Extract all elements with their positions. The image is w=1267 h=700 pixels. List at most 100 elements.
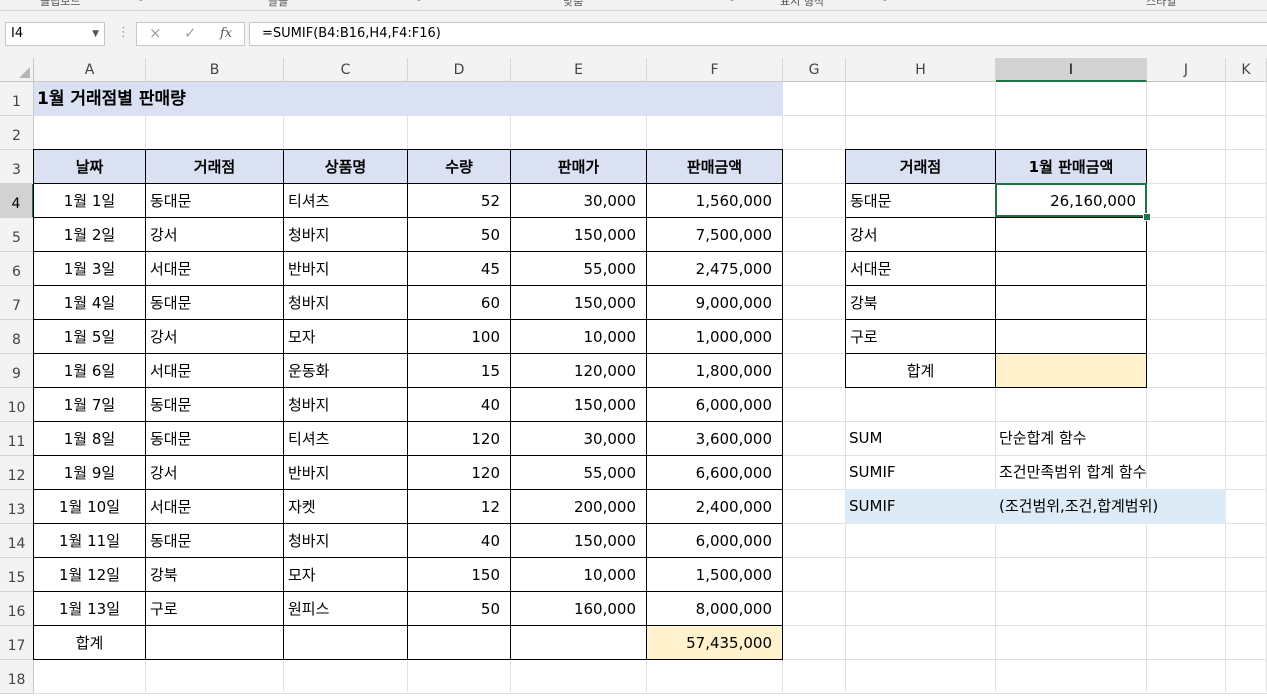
total-label-cell[interactable]: 합계 (33, 625, 146, 660)
table-cell[interactable]: 1월 12일 (33, 557, 146, 592)
table-cell[interactable]: 3,600,000 (646, 421, 783, 456)
table-cell[interactable]: 청바지 (283, 217, 408, 252)
table-cell[interactable]: 청바지 (283, 387, 408, 422)
table-cell[interactable]: 2,400,000 (646, 489, 783, 524)
table-cell[interactable]: 1월 10일 (33, 489, 146, 524)
table-cell[interactable]: 40 (407, 387, 511, 422)
ribbon-group-font[interactable]: 글꼴 (268, 0, 288, 9)
table-cell[interactable]: 반바지 (283, 455, 408, 490)
table-cell[interactable]: 자켓 (283, 489, 408, 524)
total-empty-cell[interactable] (145, 625, 284, 660)
table-cell[interactable]: 120 (407, 455, 511, 490)
table-cell[interactable]: 150 (407, 557, 511, 592)
table-cell[interactable]: 55,000 (510, 455, 647, 490)
table-cell[interactable]: 7,500,000 (646, 217, 783, 252)
name-box[interactable]: I4 ▼ (5, 22, 105, 46)
table-cell[interactable]: 60 (407, 285, 511, 320)
column-header-b[interactable]: B (146, 58, 284, 82)
summary-amount-cell[interactable]: 26,160,000 (995, 183, 1147, 218)
table-cell[interactable]: 동대문 (145, 387, 284, 422)
table-cell[interactable]: 1,560,000 (646, 183, 783, 218)
column-header-k[interactable]: K (1226, 58, 1267, 82)
table-cell[interactable]: 1월 1일 (33, 183, 146, 218)
ribbon-group-number[interactable]: 표시 형식 (780, 0, 824, 9)
select-all-corner[interactable] (0, 58, 34, 82)
summary-branch-cell[interactable]: 서대문 (845, 251, 996, 286)
note-function-name[interactable]: SUMIF (845, 489, 996, 524)
table-cell[interactable]: 120,000 (510, 353, 647, 388)
row-header-8[interactable]: 8 (0, 320, 34, 354)
table-cell[interactable]: 2,475,000 (646, 251, 783, 286)
column-header-e[interactable]: E (511, 58, 647, 82)
table-cell[interactable]: 1월 5일 (33, 319, 146, 354)
note-description[interactable]: (조건범위,조건,합계범위) (995, 489, 1226, 524)
row-header-7[interactable]: 7 (0, 286, 34, 320)
table-cell[interactable]: 반바지 (283, 251, 408, 286)
table-cell[interactable]: 서대문 (145, 251, 284, 286)
summary-amount-cell[interactable] (995, 319, 1147, 354)
dialog-launcher-icon[interactable]: ↘ (880, 0, 888, 4)
table-cell[interactable]: 서대문 (145, 353, 284, 388)
table-cell[interactable]: 1월 2일 (33, 217, 146, 252)
row-header-13[interactable]: 13 (0, 490, 34, 524)
table-cell[interactable]: 150,000 (510, 387, 647, 422)
column-header-h[interactable]: H (846, 58, 996, 82)
table-cell[interactable]: 30,000 (510, 421, 647, 456)
table-cell[interactable]: 1,000,000 (646, 319, 783, 354)
formula-input[interactable]: =SUMIF(B4:B16,H4,F4:F16) (249, 22, 1267, 46)
summary-branch-cell[interactable]: 구로 (845, 319, 996, 354)
row-header-5[interactable]: 5 (0, 218, 34, 252)
row-header-16[interactable]: 16 (0, 592, 34, 626)
row-header-4[interactable]: 4 (0, 184, 34, 218)
column-header-a[interactable]: A (34, 58, 146, 82)
table-cell[interactable]: 10,000 (510, 557, 647, 592)
table-cell[interactable]: 150,000 (510, 285, 647, 320)
dialog-launcher-icon[interactable]: ↘ (136, 0, 144, 4)
table-cell[interactable]: 9,000,000 (646, 285, 783, 320)
summary-amount-cell[interactable] (995, 251, 1147, 286)
table-cell[interactable]: 1월 3일 (33, 251, 146, 286)
row-header-10[interactable]: 10 (0, 388, 34, 422)
table-cell[interactable]: 모자 (283, 557, 408, 592)
row-header-14[interactable]: 14 (0, 524, 34, 558)
table-cell[interactable]: 동대문 (145, 523, 284, 558)
table-header-cell[interactable]: 상품명 (283, 149, 408, 184)
row-header-1[interactable]: 1 (0, 82, 34, 116)
table-cell[interactable]: 50 (407, 217, 511, 252)
table-header-cell[interactable]: 판매가 (510, 149, 647, 184)
row-header-9[interactable]: 9 (0, 354, 34, 388)
column-header-d[interactable]: D (408, 58, 511, 82)
row-header-18[interactable]: 18 (0, 660, 34, 694)
summary-branch-cell[interactable]: 동대문 (845, 183, 996, 218)
table-cell[interactable]: 강서 (145, 319, 284, 354)
table-cell[interactable]: 모자 (283, 319, 408, 354)
total-empty-cell[interactable] (407, 625, 511, 660)
table-cell[interactable]: 동대문 (145, 421, 284, 456)
table-cell[interactable]: 30,000 (510, 183, 647, 218)
row-header-11[interactable]: 11 (0, 422, 34, 456)
table-cell[interactable]: 52 (407, 183, 511, 218)
note-description[interactable]: 단순합계 함수 (995, 421, 1147, 456)
table-cell[interactable]: 동대문 (145, 183, 284, 218)
table-cell[interactable]: 50 (407, 591, 511, 626)
table-cell[interactable]: 10,000 (510, 319, 647, 354)
table-cell[interactable]: 6,000,000 (646, 523, 783, 558)
note-function-name[interactable]: SUM (845, 421, 996, 456)
table-cell[interactable]: 1월 8일 (33, 421, 146, 456)
table-cell[interactable]: 원피스 (283, 591, 408, 626)
table-header-cell[interactable]: 판매금액 (646, 149, 783, 184)
table-cell[interactable]: 1월 4일 (33, 285, 146, 320)
ribbon-group-clipboard[interactable]: 클립보드 (40, 0, 80, 9)
table-cell[interactable]: 8,000,000 (646, 591, 783, 626)
table-cell[interactable]: 55,000 (510, 251, 647, 286)
row-header-15[interactable]: 15 (0, 558, 34, 592)
note-function-name[interactable]: SUMIF (845, 455, 996, 490)
summary-total-value[interactable] (995, 353, 1147, 388)
ribbon-group-styles[interactable]: 스타일 (1146, 0, 1176, 9)
table-header-cell[interactable]: 수량 (407, 149, 511, 184)
summary-total-label[interactable]: 합계 (845, 353, 996, 388)
table-cell[interactable]: 1월 9일 (33, 455, 146, 490)
table-cell[interactable]: 150,000 (510, 523, 647, 558)
table-cell[interactable]: 150,000 (510, 217, 647, 252)
row-header-2[interactable]: 2 (0, 116, 34, 150)
